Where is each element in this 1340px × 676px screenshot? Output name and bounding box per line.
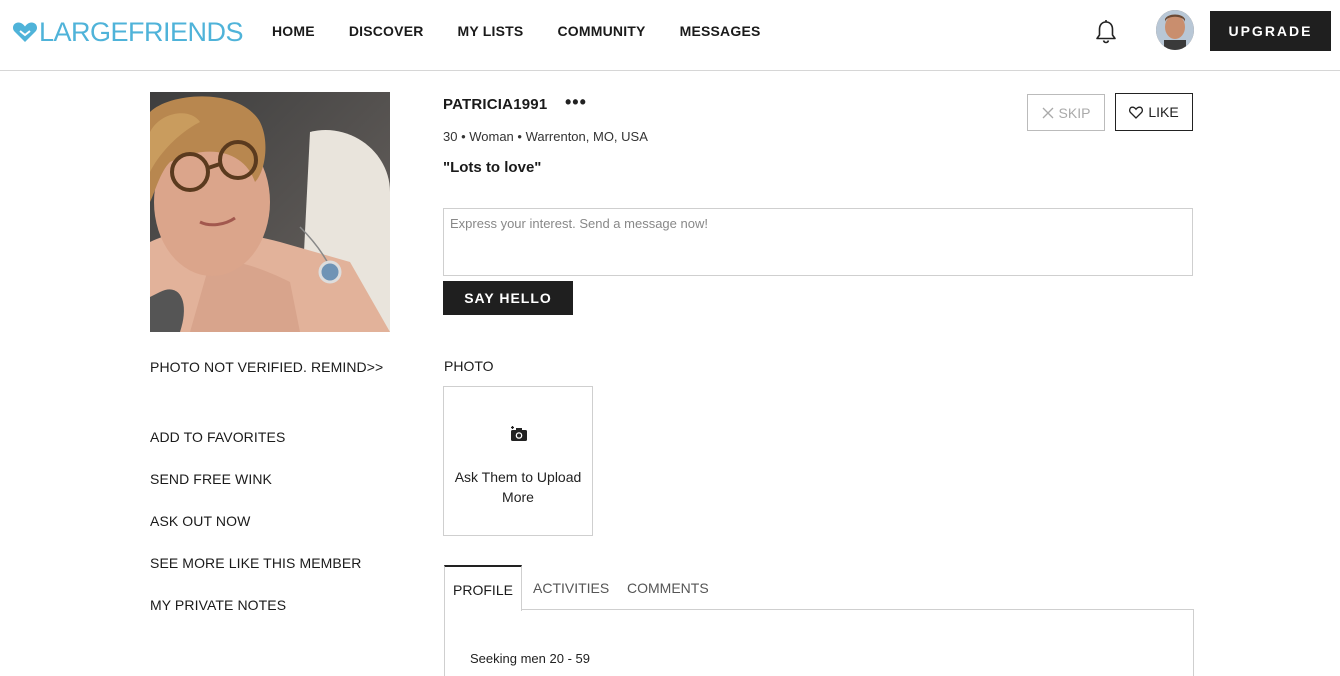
message-input[interactable] [443, 208, 1193, 276]
user-avatar[interactable] [1156, 10, 1194, 50]
logo-text: LARGEFRIENDS [39, 17, 244, 47]
profile-username: PATRICIA1991 [443, 96, 548, 113]
heart-logo-icon [12, 22, 38, 42]
site-logo[interactable]: LARGEFRIENDS [12, 17, 244, 47]
nav-home[interactable]: HOME [272, 22, 315, 40]
bell-icon[interactable] [1094, 19, 1118, 45]
seeking-text: Seeking men 20 - 59 [470, 651, 590, 666]
close-icon [1042, 107, 1054, 118]
nav-messages[interactable]: MESSAGES [680, 22, 761, 40]
more-options-icon[interactable]: ••• [565, 92, 587, 113]
like-label: LIKE [1148, 104, 1179, 120]
my-private-notes-link[interactable]: MY PRIVATE NOTES [150, 597, 286, 613]
photo-not-verified-remind-link[interactable]: PHOTO NOT VERIFIED. REMIND>> [150, 359, 383, 375]
send-free-wink-link[interactable]: SEND FREE WINK [150, 471, 272, 487]
add-to-favorites-link[interactable]: ADD TO FAVORITES [150, 429, 285, 445]
skip-button[interactable]: SKIP [1027, 94, 1105, 131]
photo-section-label: PHOTO [444, 358, 494, 374]
see-more-like-this-member-link[interactable]: SEE MORE LIKE THIS MEMBER [150, 555, 362, 571]
tab-comments[interactable]: COMMENTS [627, 565, 709, 610]
skip-label: SKIP [1058, 104, 1091, 121]
nav-community[interactable]: COMMUNITY [557, 22, 645, 40]
heart-icon [1129, 106, 1144, 119]
tab-activities[interactable]: ACTIVITIES [533, 565, 609, 610]
profile-details: 30 • Woman • Warrenton, MO, USA [443, 129, 648, 144]
like-button[interactable]: LIKE [1115, 93, 1193, 131]
tab-profile[interactable]: PROFILE [444, 565, 522, 611]
upload-prompt-text: Ask Them to Upload More [454, 469, 582, 505]
ask-out-now-link[interactable]: ASK OUT NOW [150, 513, 250, 529]
profile-photo[interactable] [150, 92, 390, 332]
main-nav: HOME DISCOVER MY LISTS COMMUNITY MESSAGE… [272, 22, 795, 40]
nav-my-lists[interactable]: MY LISTS [458, 22, 524, 40]
say-hello-button[interactable]: SAY HELLO [443, 281, 573, 315]
upgrade-button[interactable]: UPGRADE [1210, 11, 1331, 51]
top-navigation-bar: LARGEFRIENDS HOME DISCOVER MY LISTS COMM… [0, 0, 1340, 71]
nav-discover[interactable]: DISCOVER [349, 22, 424, 40]
camera-add-icon [511, 426, 527, 441]
profile-tagline: "Lots to love" [443, 159, 542, 176]
ask-to-upload-photos-box[interactable]: Ask Them to Upload More [443, 386, 593, 536]
